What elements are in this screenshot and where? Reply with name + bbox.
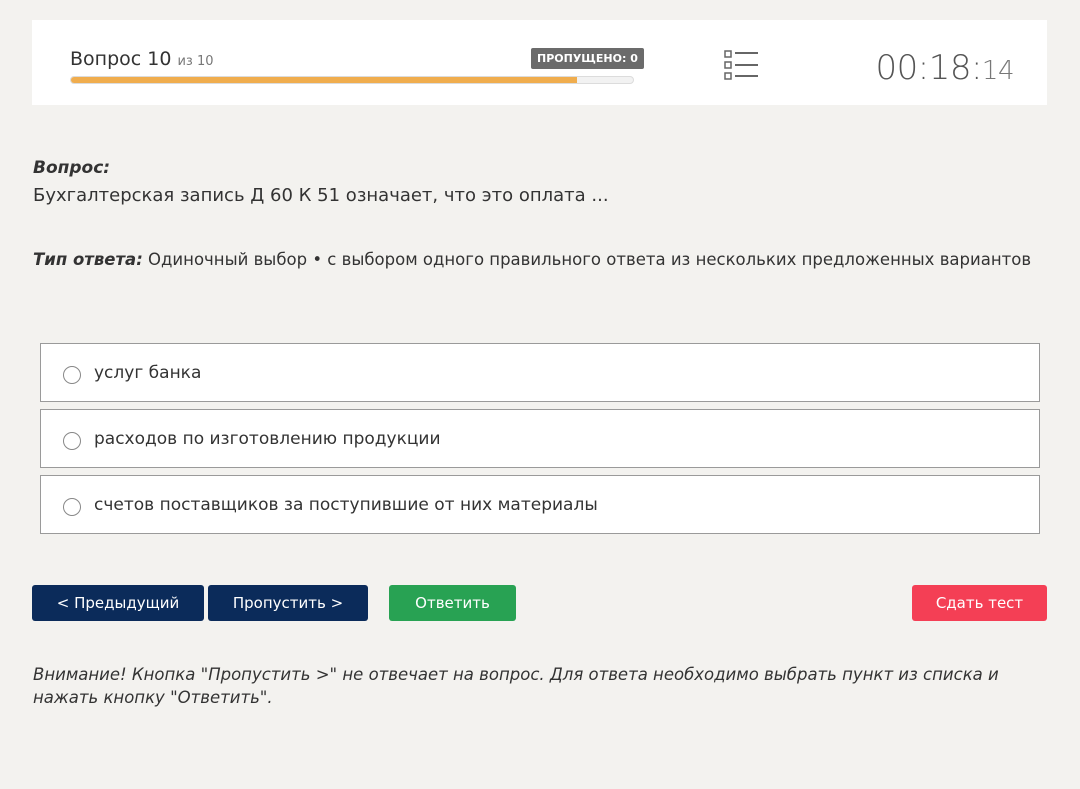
warning-note: Внимание! Кнопка "Пропустить >" не отвеч…	[33, 665, 999, 707]
question-total: из 10	[177, 54, 214, 69]
timer-seconds: 14	[981, 56, 1015, 86]
skipped-badge: ПРОПУЩЕНО: 0	[531, 48, 644, 69]
previous-button[interactable]: < Предыдущий	[32, 585, 204, 621]
list-icon[interactable]	[724, 50, 760, 82]
timer: 00:18:14	[875, 48, 1014, 88]
radio-button[interactable]	[63, 366, 81, 384]
answer-options: услуг банка расходов по изготовлению про…	[40, 343, 1040, 541]
progress-fill	[71, 77, 577, 83]
test-header: Вопрос 10 из 10 ПРОПУЩЕНО: 0 00:18:14	[32, 20, 1047, 105]
answer-option[interactable]: услуг банка	[40, 343, 1040, 402]
question-number: Вопрос 10	[70, 48, 172, 70]
answer-type: Тип ответа: Одиночный выбор • с выбором …	[33, 250, 1031, 269]
skip-button[interactable]: Пропустить >	[208, 585, 368, 621]
answer-button[interactable]: Ответить	[389, 585, 516, 621]
option-label: услуг банка	[94, 363, 202, 383]
answer-type-value: Одиночный выбор • с выбором одного прави…	[142, 250, 1032, 269]
answer-type-label: Тип ответа:	[33, 250, 143, 269]
option-label: расходов по изготовлению продукции	[94, 429, 441, 449]
progress-bar	[70, 76, 634, 84]
question-counter: Вопрос 10 из 10	[70, 48, 214, 70]
radio-button[interactable]	[63, 498, 81, 516]
answer-option[interactable]: счетов поставщиков за поступившие от них…	[40, 475, 1040, 534]
answer-option[interactable]: расходов по изготовлению продукции	[40, 409, 1040, 468]
option-label: счетов поставщиков за поступившие от них…	[94, 495, 598, 515]
timer-main: 00:18:	[875, 48, 982, 88]
submit-test-button[interactable]: Сдать тест	[912, 585, 1047, 621]
question-label: Вопрос:	[33, 158, 111, 178]
radio-button[interactable]	[63, 432, 81, 450]
question-text: Бухгалтерская запись Д 60 К 51 означает,…	[33, 185, 609, 206]
